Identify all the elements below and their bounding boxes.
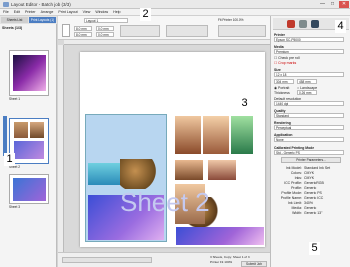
layout-canvas[interactable]: Sheet 2 3 [58, 40, 270, 252]
window-title: Layout Editor - Batch job (3/3) [11, 2, 71, 7]
sheet-preview-image [14, 141, 44, 159]
sheet-watermark: Sheet 2 [120, 187, 210, 217]
callout-marker: 4 [335, 20, 346, 33]
quality-select[interactable]: Standard [274, 113, 344, 118]
menu-window[interactable]: Window [95, 10, 108, 14]
sheet-preview-image [13, 55, 46, 91]
rendering-select[interactable]: Perceptual [274, 125, 344, 130]
menu-help[interactable]: Help [113, 10, 120, 14]
image-abstract[interactable] [176, 227, 264, 245]
sheet-label: Sheet 1 [9, 97, 20, 101]
application-select[interactable]: None [274, 137, 344, 142]
status-progress: Printer Fit 100% [210, 260, 233, 264]
thickness-field[interactable]: 0.26 mm [297, 90, 317, 95]
menu-edit[interactable]: Edit [14, 10, 20, 14]
status-bar: 3 Sheets, Copy: Sheet 1 of 3 Printer Fit… [58, 252, 270, 267]
check-roll-checkbox[interactable]: ☐ Check pre roll [274, 56, 300, 60]
spacing-y-field[interactable]: 0.0 mm [96, 32, 114, 37]
thickness-label: Thickness [274, 91, 290, 95]
minimize-button[interactable]: — [318, 1, 327, 8]
nesting-controls[interactable] [166, 25, 208, 37]
menu-print-layout[interactable]: Print Layout [58, 10, 77, 14]
sheet-preview-image [14, 122, 28, 138]
callout-marker: 5 [309, 242, 320, 255]
sheet-thumbnail-3[interactable] [9, 174, 49, 204]
printer-settings-panel: 4 Printer Epson SC-P5000 Media Premium ☐… [270, 16, 350, 267]
view-controls[interactable] [62, 257, 152, 263]
title-bar: Layout Editor - Batch job (3/3) — □ ✕ [0, 0, 350, 9]
profile-select[interactable]: Std - Generic PS [274, 150, 344, 155]
size-select[interactable]: 12 x 18 [274, 72, 344, 77]
layout-toolbar: Layout 1 8.0 mm 8.0 mm 0.0 mm 0.0 mm 2 F… [58, 8, 270, 40]
info-key: Width: [292, 211, 302, 215]
selection-indicator [3, 116, 7, 156]
sheet-thumbnail-2[interactable] [9, 118, 49, 164]
printer-select[interactable]: Epson SC-P5000 [274, 37, 344, 42]
sheet-thumbnail-1[interactable] [9, 50, 49, 96]
portrait-radio[interactable]: ◉ Portrait [274, 86, 289, 90]
image-portrait[interactable] [208, 160, 236, 180]
callout-marker: 1 [4, 153, 15, 166]
resolution-select[interactable]: 1440 dpi [274, 101, 344, 106]
media-icon[interactable] [299, 20, 307, 28]
sheets-sidebar: Sheets List Print Layouts (1) Sheets (1/… [0, 16, 57, 267]
vertical-ruler [58, 45, 64, 252]
printer-info-list: Ink Model: Standard Ink Set Colors: CMYK I… [274, 166, 348, 216]
selected-frame[interactable] [85, 114, 167, 242]
tab-sheets-list[interactable]: Sheets List [1, 17, 28, 23]
layout-select[interactable]: Layout 1 [84, 18, 128, 23]
image-portrait[interactable] [231, 116, 253, 154]
info-value: Generic 13" [304, 211, 323, 215]
submit-job-button[interactable]: Submit Job [241, 261, 267, 267]
menu-file[interactable]: File [3, 10, 9, 14]
alignment-controls[interactable] [218, 25, 266, 37]
height-field[interactable]: 458 mm [297, 79, 317, 84]
zoom-info: Fit Printer 100.0% [218, 18, 244, 22]
offset-y-field[interactable]: 8.0 mm [74, 32, 92, 37]
sheet-preview-image [30, 122, 44, 138]
callout-marker: 3 [239, 97, 250, 110]
menu-bar: File Edit Printer Arrange Print Layout V… [0, 9, 350, 16]
image-portrait[interactable] [203, 116, 229, 154]
status-info: 3 Sheets, Copy: Sheet 1 of 3 [210, 255, 250, 259]
menu-arrange[interactable]: Arrange [41, 10, 54, 14]
menu-printer[interactable]: Printer [25, 10, 36, 14]
arrange-buttons[interactable] [120, 25, 160, 37]
close-button[interactable]: ✕ [339, 1, 349, 8]
sidebar-tabs: Sheets List Print Layouts (1) [0, 16, 57, 24]
sidebar-header: Sheets (1/3) [2, 26, 23, 30]
menu-view[interactable]: View [83, 10, 91, 14]
crop-marks-checkbox[interactable]: ☐ Crop marks [274, 61, 296, 65]
printer-parameters-button[interactable]: Printer Parameters... [281, 157, 341, 163]
image-lion[interactable] [120, 159, 158, 189]
spacing-x-field[interactable]: 0.0 mm [96, 26, 114, 31]
sheet-page[interactable]: Sheet 2 [80, 52, 265, 247]
image-portrait[interactable] [175, 160, 203, 180]
portrait-label: Portrait [278, 86, 290, 90]
callout-marker: 2 [140, 8, 151, 21]
horizontal-ruler [64, 40, 270, 45]
page-orientation-icon[interactable] [62, 24, 70, 37]
offset-x-field[interactable]: 8.0 mm [74, 26, 92, 31]
media-select[interactable]: Premium [274, 49, 344, 54]
check-roll-label: Check pre roll [278, 56, 300, 60]
maximize-button[interactable]: □ [328, 1, 337, 8]
image-portrait[interactable] [175, 116, 201, 154]
tab-print-layouts[interactable]: Print Layouts (1) [29, 17, 56, 23]
app-icon [3, 2, 9, 7]
sheet-preview-image [13, 178, 46, 201]
sheet-label: Sheet 3 [9, 205, 20, 209]
crop-marks-label: Crop marks [278, 61, 297, 65]
width-field[interactable]: 304 mm [274, 79, 294, 84]
layout-icon[interactable] [311, 20, 319, 28]
printer-icon[interactable] [287, 20, 295, 28]
